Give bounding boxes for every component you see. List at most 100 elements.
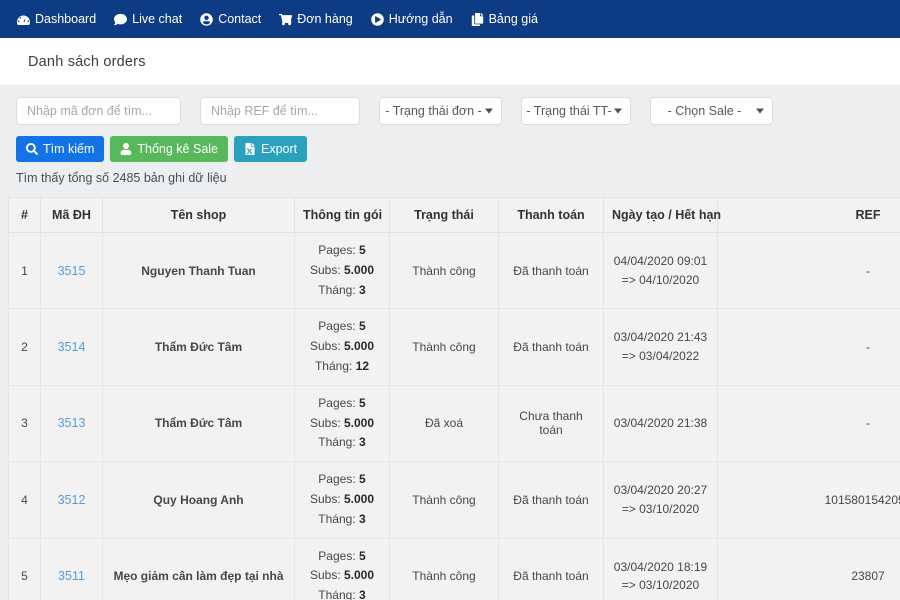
ref-cell: - — [717, 308, 900, 386]
package-subs-value: 5.000 — [344, 339, 375, 354]
order-id-cell[interactable]: 3511 — [40, 537, 103, 600]
expiry-date: => 04/10/2020 — [621, 272, 700, 287]
chevron-down-icon — [614, 108, 622, 114]
orders-table: # Mã ĐH Tên shop Thông tin gói Trạng thá… — [8, 197, 900, 600]
table-header-row: # Mã ĐH Tên shop Thông tin gói Trạng thá… — [8, 197, 900, 233]
user-icon — [120, 143, 132, 155]
main-navbar: Dashboard Live chat Contact Đơn hàng Hướ… — [0, 0, 900, 38]
order-id-cell[interactable]: 3512 — [40, 461, 103, 539]
thong-ke-sale-button[interactable]: Thống kê Sale — [110, 136, 228, 162]
package-subs-line: Subs: 5.000 — [303, 566, 381, 586]
nav-item-label: Hướng dẫn — [388, 11, 453, 26]
package-subs-label: Subs: — [309, 339, 341, 354]
package-pages-value: 5 — [359, 319, 366, 334]
package-subs-line: Subs: 5.000 — [303, 490, 381, 510]
status-cell: Thành công — [389, 308, 499, 386]
search-ma-don-input[interactable] — [16, 97, 181, 125]
orders-table-head: # Mã ĐH Tên shop Thông tin gói Trạng thá… — [8, 197, 900, 233]
created-date: 04/04/2020 09:01 — [613, 254, 708, 269]
row-index-cell: 5 — [8, 537, 41, 600]
orders-table-body: 1 3515 Nguyen Thanh Tuan Pages: 5 Subs: 5.00… — [8, 231, 900, 600]
package-subs-value: 5.000 — [344, 415, 375, 430]
column-header-trang-thai: Trạng thái — [389, 197, 499, 233]
chevron-down-icon — [485, 108, 493, 114]
package-subs-line: Subs: 5.000 — [303, 261, 381, 281]
package-pages-label: Pages: — [318, 472, 356, 487]
table-row[interactable]: 4 3512 Quy Hoang Anh Pages: 5 Subs: 5.000 Thá… — [8, 461, 900, 539]
nav-item-bang-gia[interactable]: Bảng giá — [462, 7, 547, 32]
order-id-link[interactable]: 3515 — [58, 264, 86, 278]
nav-item-label: Live chat — [132, 11, 183, 26]
package-pages-label: Pages: — [318, 548, 356, 563]
comment-icon — [114, 13, 128, 26]
package-thang-line: Tháng: 3 — [303, 510, 381, 530]
table-row[interactable]: 5 3511 Mẹo giảm cân làm đẹp tại nhà Pages: … — [8, 537, 900, 600]
order-id-link[interactable]: 3514 — [58, 340, 86, 354]
package-pages-value: 5 — [359, 243, 366, 257]
ref-cell: 1015801542059 — [717, 461, 900, 539]
package-thang-label: Tháng: — [314, 358, 353, 373]
filter-panel: - Trạng thái đơn - - Trạng thái TT- - Ch… — [0, 86, 900, 185]
select-chon-sale[interactable]: - Chọn Sale - — [650, 97, 773, 125]
package-info-cell: Pages: 5 Subs: 5.000 Tháng: 3 — [294, 537, 390, 600]
package-thang-value: 3 — [359, 588, 366, 600]
order-id-link[interactable]: 3513 — [58, 416, 86, 430]
package-info-cell: Pages: 5 Subs: 5.000 Tháng: 3 — [294, 384, 390, 463]
order-id-cell[interactable]: 3515 — [40, 231, 103, 310]
package-pages-value: 5 — [359, 548, 366, 563]
shop-name-cell: Thẩm Đức Tâm — [102, 308, 295, 386]
select-trang-thai-tt[interactable]: - Trạng thái TT- — [521, 97, 631, 125]
order-id-cell[interactable]: 3513 — [40, 384, 103, 463]
table-row[interactable]: 3 3513 Thẩm Đức Tâm Pages: 5 Subs: 5.000 Thán… — [8, 384, 900, 463]
package-pages-value: 5 — [359, 395, 366, 410]
created-date: 03/04/2020 18:19 — [613, 559, 708, 574]
column-header-thong-tin-goi: Thông tin gói — [294, 197, 390, 233]
search-button[interactable]: Tìm kiếm — [16, 136, 105, 162]
thong-ke-sale-button-label: Thống kê Sale — [137, 141, 218, 156]
search-ref-input[interactable] — [200, 97, 360, 125]
select-trang-thai-don[interactable]: - Trạng thái đơn - — [379, 97, 502, 125]
ref-cell: - — [717, 384, 900, 463]
status-cell: Thành công — [389, 461, 499, 539]
table-row[interactable]: 2 3514 Thẩm Đức Tâm Pages: 5 Subs: 5.000 Thán… — [8, 308, 900, 386]
expiry-date: => 03/10/2020 — [621, 501, 700, 516]
column-header-ref: REF — [717, 197, 900, 233]
row-index-cell: 3 — [8, 384, 41, 463]
expiry-date: => 03/04/2022 — [621, 349, 700, 364]
column-header-ten-shop: Tên shop — [102, 197, 295, 233]
select-chon-sale-label: - Chọn Sale - — [667, 104, 742, 118]
package-subs-line: Subs: 5.000 — [303, 414, 381, 434]
nav-item-don-hang[interactable]: Đơn hàng — [270, 7, 361, 32]
play-circle-icon — [370, 12, 384, 26]
shopping-cart-icon — [279, 13, 293, 26]
nav-item-live-chat[interactable]: Live chat — [105, 7, 191, 32]
package-info-cell: Pages: 5 Subs: 5.000 Tháng: 12 — [294, 308, 390, 386]
order-id-link[interactable]: 3512 — [58, 493, 86, 507]
table-row[interactable]: 1 3515 Nguyen Thanh Tuan Pages: 5 Subs: 5.00… — [8, 231, 900, 310]
ref-cell: - — [717, 231, 900, 310]
action-button-row: Tìm kiếm Thống kê Sale Export — [16, 136, 900, 162]
status-cell: Đã xoá — [389, 384, 499, 463]
shop-name-cell: Nguyen Thanh Tuan — [102, 231, 295, 310]
nav-item-huong-dan[interactable]: Hướng dẫn — [362, 7, 462, 32]
package-pages-label: Pages: — [318, 319, 356, 334]
package-info-cell: Pages: 5 Subs: 5.000 Tháng: 3 — [294, 461, 390, 539]
nav-item-dashboard[interactable]: Dashboard — [8, 7, 105, 32]
status-cell: Thành công — [389, 231, 499, 310]
nav-item-contact[interactable]: Contact — [191, 7, 270, 32]
column-header-ma-dh: Mã ĐH — [40, 197, 103, 233]
order-id-cell[interactable]: 3514 — [40, 308, 103, 386]
package-pages-line: Pages: 5 — [303, 317, 381, 337]
column-header-thanh-toan: Thanh toán — [498, 197, 604, 233]
created-date: 03/04/2020 20:27 — [613, 483, 708, 498]
package-thang-value: 12 — [355, 358, 370, 373]
package-pages-label: Pages: — [318, 395, 356, 410]
package-subs-label: Subs: — [309, 262, 341, 277]
order-id-link[interactable]: 3511 — [58, 569, 85, 583]
created-date: 03/04/2020 21:38 — [613, 416, 708, 431]
nav-item-label: Contact — [218, 11, 262, 26]
nav-item-label: Đơn hàng — [297, 11, 353, 26]
export-button[interactable]: Export — [234, 136, 308, 162]
orders-table-container: # Mã ĐH Tên shop Thông tin gói Trạng thá… — [8, 197, 900, 600]
user-circle-icon — [200, 12, 213, 26]
